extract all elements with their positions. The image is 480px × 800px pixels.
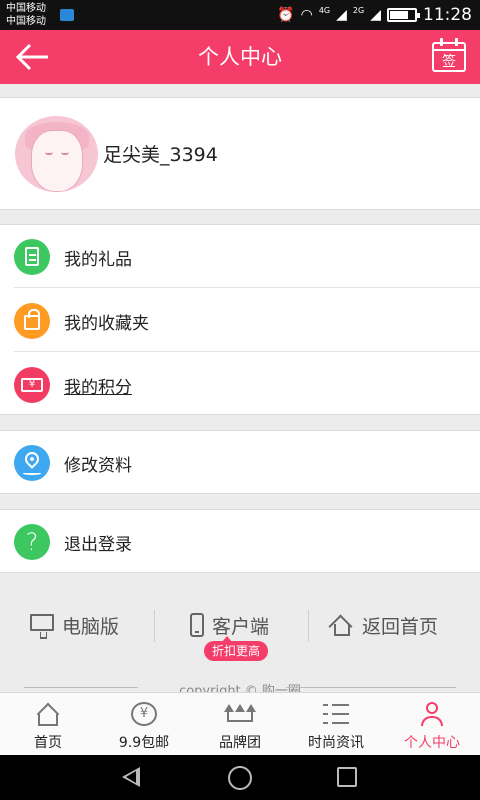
status-icons: ⏰ ◠ 4G ◢ 2G ◢ 11:28: [277, 0, 472, 30]
network-type-1: 4G: [318, 5, 331, 15]
back-home-link[interactable]: 返回首页: [328, 610, 439, 640]
menu-group-assets: 我的礼品 我的收藏夹 ¥ 我的积分: [0, 224, 480, 415]
menu-item-gifts[interactable]: 我的礼品: [0, 225, 480, 288]
avatar[interactable]: [15, 116, 98, 192]
carrier-2: 中国移动: [6, 16, 46, 27]
sim-icon: [60, 9, 74, 21]
battery-level: [390, 11, 408, 19]
menu-item-points[interactable]: ¥ 我的积分: [0, 353, 480, 416]
signal-icon: ◢: [336, 7, 347, 23]
back-button[interactable]: [14, 40, 54, 74]
yen-coin-icon: ¥: [131, 702, 157, 726]
page-title: 个人中心: [198, 45, 282, 69]
tab-fashion-news[interactable]: 时尚资讯: [288, 693, 384, 756]
bottom-tab-bar: 首页 ¥ 9.9包邮 品牌团 时尚资讯 个人中心: [0, 692, 480, 755]
app-header: 个人中心 签: [0, 30, 480, 84]
crown-icon: [224, 702, 256, 726]
tab-label: 品牌团: [219, 735, 261, 751]
status-bar: 中国移动 中国移动 ⏰ ◠ 4G ◢ 2G ◢ 11:28: [0, 0, 480, 30]
back-home-label: 返回首页: [362, 615, 439, 638]
tab-personal-center[interactable]: 个人中心: [384, 693, 480, 756]
menu-group-profile: 修改资料: [0, 430, 480, 494]
home-icon: [328, 614, 354, 639]
network-type-2: 2G: [352, 5, 365, 15]
tab-free-shipping[interactable]: ¥ 9.9包邮: [96, 693, 192, 756]
tab-brands[interactable]: 品牌团: [192, 693, 288, 756]
wifi-icon: ◠: [300, 7, 313, 23]
nav-back-icon[interactable]: [122, 767, 140, 787]
ticket-icon: ¥: [14, 367, 50, 403]
carrier-1: 中国移动: [6, 3, 46, 14]
battery-icon: [387, 8, 420, 22]
clock: 11:28: [423, 5, 472, 25]
menu-item-edit-profile[interactable]: 修改资料: [0, 431, 480, 494]
menu-item-favorites[interactable]: 我的收藏夹: [0, 289, 480, 352]
arrow-left-icon: [15, 43, 48, 71]
phone-icon: [190, 613, 204, 637]
tab-label: 时尚资讯: [308, 735, 364, 751]
menu-item-logout[interactable]: ? 退出登录: [0, 510, 480, 573]
pc-version-label: 电脑版: [62, 615, 120, 638]
user-icon: [419, 702, 445, 726]
menu-group-logout: ? 退出登录: [0, 509, 480, 573]
bag-icon: [14, 303, 50, 339]
system-nav-bar: [0, 755, 480, 800]
nav-home-icon[interactable]: [228, 766, 252, 790]
menu-item-label: 我的收藏夹: [64, 314, 149, 334]
nav-recents-icon[interactable]: [337, 767, 357, 787]
client-app-label: 客户端: [212, 615, 270, 638]
discount-badge: 折扣更高: [204, 636, 269, 661]
divider: [14, 351, 480, 352]
divider: [14, 287, 480, 288]
alarm-icon: ⏰: [277, 7, 295, 23]
menu-item-label: 退出登录: [64, 535, 132, 555]
tab-label: 9.9包邮: [118, 735, 170, 751]
tab-label: 首页: [34, 735, 62, 751]
pc-version-link[interactable]: 电脑版: [30, 610, 119, 640]
divider: [308, 610, 309, 642]
document-icon: [14, 239, 50, 275]
tab-home[interactable]: 首页: [0, 693, 96, 756]
divider: [154, 610, 155, 642]
menu-item-label: 我的积分: [64, 378, 132, 398]
copyright-line-left: [24, 687, 138, 688]
menu-item-label: 修改资料: [64, 456, 132, 476]
computer-icon: [30, 613, 54, 639]
profile-card[interactable]: 足尖美_3394: [0, 97, 480, 210]
carrier-info: 中国移动 中国移动: [6, 2, 46, 28]
home-icon: [35, 702, 61, 726]
checkin-label: 签: [442, 54, 456, 70]
username: 足尖美_3394: [103, 144, 218, 166]
checkin-button[interactable]: 签: [432, 38, 466, 72]
copyright-line-right: [286, 687, 456, 688]
signal-icon-2: ◢: [370, 7, 381, 23]
location-pin-icon: [14, 445, 50, 481]
list-icon: [323, 702, 349, 726]
avatar-face: [31, 130, 83, 192]
footer-links: 电脑版 客户端 折扣更高 返回首页: [0, 596, 480, 661]
menu-item-label: 我的礼品: [64, 250, 132, 270]
question-icon: ?: [14, 524, 50, 560]
tab-label: 个人中心: [404, 735, 460, 751]
